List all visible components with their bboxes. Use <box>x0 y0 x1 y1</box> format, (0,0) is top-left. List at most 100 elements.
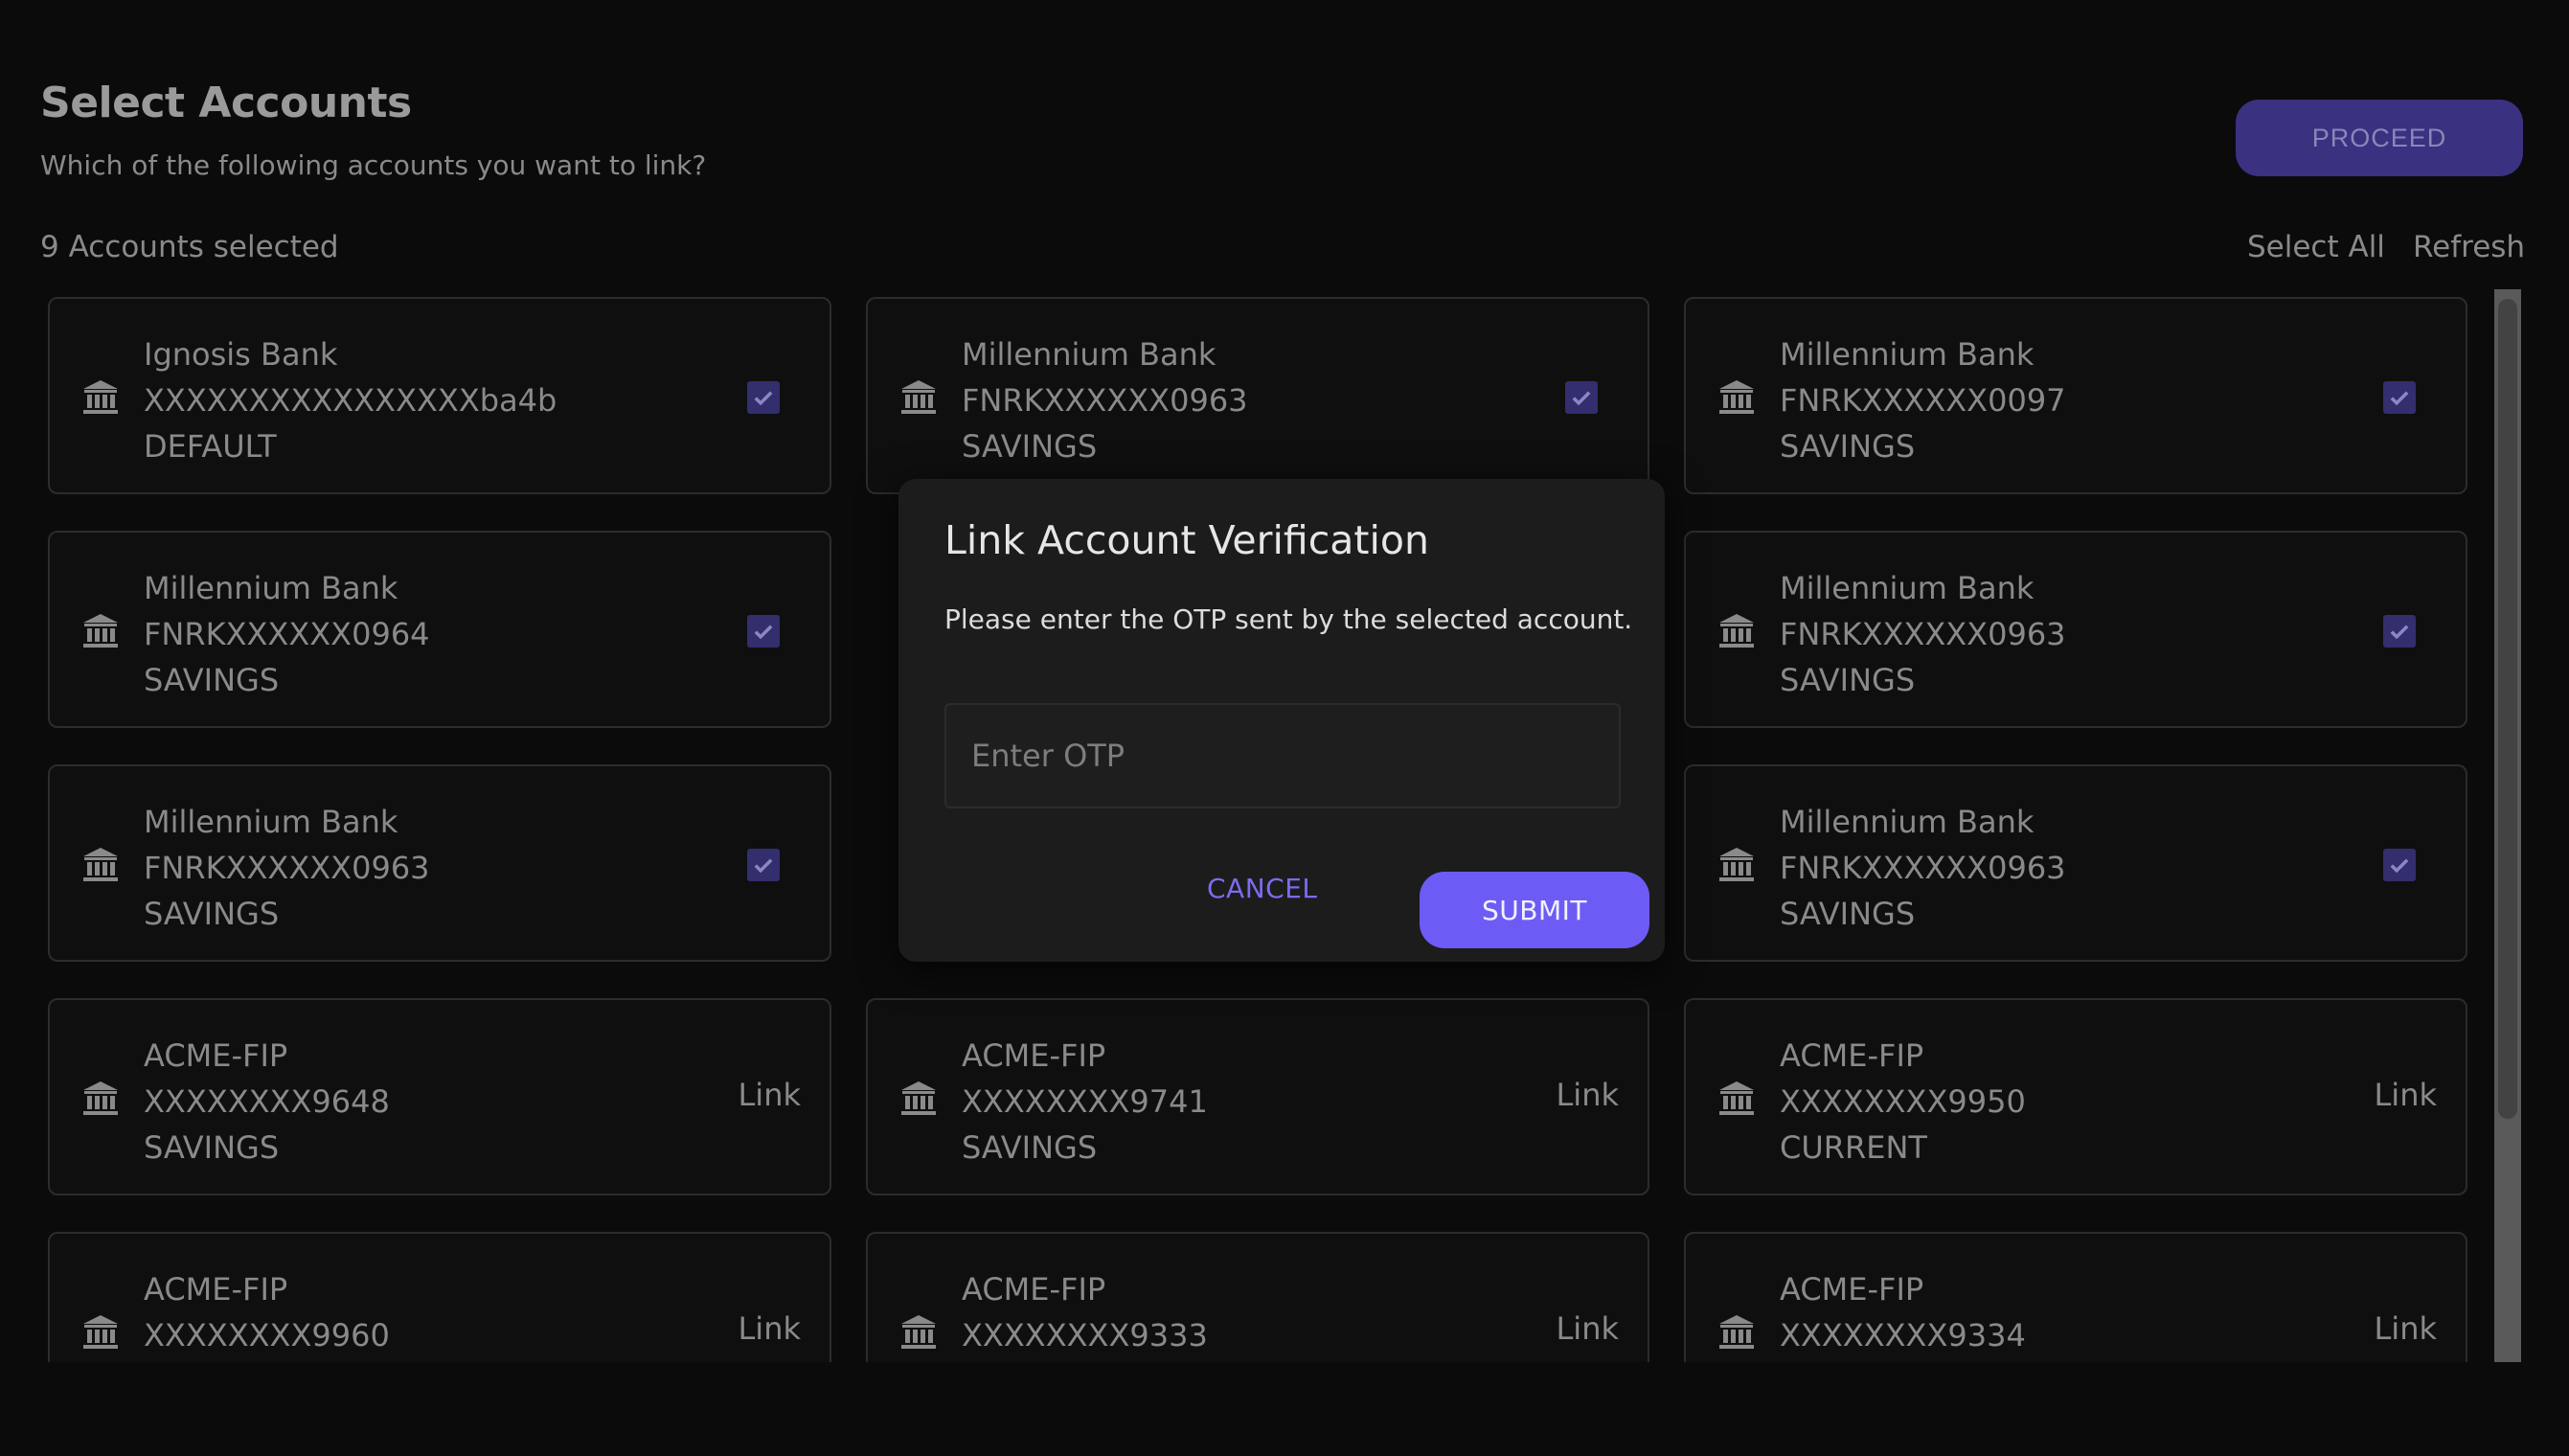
account-card[interactable]: ACME-FIP XXXXXXXX9334 Link <box>1684 1232 2467 1362</box>
account-details: ACME-FIP XXXXXXXX9741 SAVINGS <box>962 1033 1208 1171</box>
account-card[interactable]: Millennium Bank FNRKXXXXXX0963 SAVINGS <box>1684 531 2467 728</box>
account-card[interactable]: ACME-FIP XXXXXXXX9950 CURRENT Link <box>1684 998 2467 1195</box>
account-type: SAVINGS <box>962 1129 1098 1166</box>
checkbox-checked-icon <box>1572 391 1591 406</box>
account-details: ACME-FIP XXXXXXXX9334 <box>1780 1266 2026 1358</box>
account-number: XXXXXXXX9333 <box>962 1317 1208 1354</box>
link-account-button[interactable]: Link <box>2374 1310 2437 1347</box>
account-type: SAVINGS <box>144 662 280 698</box>
account-card[interactable]: ACME-FIP XXXXXXXX9648 SAVINGS Link <box>48 998 831 1195</box>
link-account-button[interactable]: Link <box>738 1077 801 1113</box>
account-card[interactable]: Millennium Bank FNRKXXXXXX0964 SAVINGS <box>48 531 831 728</box>
account-checkbox[interactable] <box>1565 381 1598 414</box>
account-details: Millennium Bank FNRKXXXXXX0963 SAVINGS <box>1780 565 2066 703</box>
account-checkbox[interactable] <box>2383 381 2416 414</box>
account-type: SAVINGS <box>144 1129 280 1166</box>
account-details: Ignosis Bank XXXXXXXXXXXXXXXXba4b DEFAULT <box>144 331 557 469</box>
bank-icon <box>80 377 121 418</box>
checkbox-checked-icon <box>754 391 773 406</box>
bank-icon <box>80 1079 121 1119</box>
account-bank-name: Millennium Bank <box>144 804 398 840</box>
account-number: XXXXXXXX9648 <box>144 1083 390 1120</box>
account-checkbox[interactable] <box>2383 615 2416 648</box>
dialog-title: Link Account Verification <box>944 517 1429 563</box>
account-card[interactable]: ACME-FIP XXXXXXXX9333 Link <box>866 1232 1649 1362</box>
account-number: XXXXXXXX9741 <box>962 1083 1208 1120</box>
account-bank-name: ACME-FIP <box>962 1271 1106 1308</box>
checkbox-checked-icon <box>2390 858 2409 874</box>
bank-icon <box>898 1079 939 1119</box>
account-number: XXXXXXXX9334 <box>1780 1317 2026 1354</box>
bank-icon <box>1716 377 1757 418</box>
bank-icon <box>898 1312 939 1353</box>
scrollbar-thumb[interactable] <box>2498 299 2517 1119</box>
account-details: ACME-FIP XXXXXXXX9648 SAVINGS <box>144 1033 390 1171</box>
proceed-button[interactable]: PROCEED <box>2236 100 2523 176</box>
account-card[interactable]: ACME-FIP XXXXXXXX9960 Link <box>48 1232 831 1362</box>
account-details: ACME-FIP XXXXXXXX9950 CURRENT <box>1780 1033 2026 1171</box>
otp-dialog: Link Account Verification Please enter t… <box>898 479 1665 962</box>
account-bank-name: ACME-FIP <box>144 1271 288 1308</box>
select-all-link[interactable]: Select All <box>2247 230 2385 264</box>
account-card[interactable]: Millennium Bank FNRKXXXXXX0963 SAVINGS <box>866 297 1649 494</box>
link-account-button[interactable]: Link <box>738 1310 801 1347</box>
page-subtitle: Which of the following accounts you want… <box>40 149 707 181</box>
bank-icon <box>898 377 939 418</box>
account-checkbox[interactable] <box>2383 849 2416 881</box>
bank-icon <box>80 1312 121 1353</box>
account-bank-name: Millennium Bank <box>962 336 1216 373</box>
account-type: SAVINGS <box>1780 896 1916 932</box>
account-type: DEFAULT <box>144 428 277 465</box>
account-checkbox[interactable] <box>747 381 780 414</box>
account-card[interactable]: Millennium Bank FNRKXXXXXX0097 SAVINGS <box>1684 297 2467 494</box>
account-details: ACME-FIP XXXXXXXX9960 <box>144 1266 390 1358</box>
bank-icon <box>1716 611 1757 651</box>
account-type: SAVINGS <box>1780 428 1916 465</box>
dialog-message: Please enter the OTP sent by the selecte… <box>944 603 1633 635</box>
account-details: Millennium Bank FNRKXXXXXX0963 SAVINGS <box>1780 799 2066 937</box>
account-bank-name: ACME-FIP <box>1780 1271 1924 1308</box>
select-accounts-page: Select Accounts Which of the following a… <box>0 0 2569 1456</box>
account-card[interactable]: Millennium Bank FNRKXXXXXX0963 SAVINGS <box>1684 764 2467 962</box>
account-number: FNRKXXXXXX0964 <box>144 616 430 652</box>
account-bank-name: ACME-FIP <box>144 1037 288 1074</box>
account-bank-name: Millennium Bank <box>1780 336 2035 373</box>
refresh-link[interactable]: Refresh <box>2413 230 2525 264</box>
account-bank-name: ACME-FIP <box>962 1037 1106 1074</box>
link-account-button[interactable]: Link <box>1556 1077 1619 1113</box>
cancel-button[interactable]: CANCEL <box>1201 872 1324 905</box>
checkbox-checked-icon <box>2390 391 2409 406</box>
account-bank-name: Millennium Bank <box>1780 804 2035 840</box>
bank-icon <box>1716 1312 1757 1353</box>
account-number: XXXXXXXX9950 <box>1780 1083 2026 1120</box>
account-number: XXXXXXXX9960 <box>144 1317 390 1354</box>
page-title: Select Accounts <box>40 79 412 127</box>
link-account-button[interactable]: Link <box>1556 1310 1619 1347</box>
account-number: FNRKXXXXXX0963 <box>962 382 1248 419</box>
submit-button[interactable]: SUBMIT <box>1420 872 1649 948</box>
account-bank-name: Millennium Bank <box>1780 570 2035 606</box>
account-number: FNRKXXXXXX0963 <box>1780 616 2066 652</box>
otp-input[interactable] <box>944 703 1621 808</box>
selected-count: 9 Accounts selected <box>40 230 339 264</box>
checkbox-checked-icon <box>2390 625 2409 640</box>
account-number: FNRKXXXXXX0963 <box>144 850 430 886</box>
account-number: FNRKXXXXXX0097 <box>1780 382 2066 419</box>
bank-icon <box>1716 845 1757 885</box>
account-number: FNRKXXXXXX0963 <box>1780 850 2066 886</box>
account-details: Millennium Bank FNRKXXXXXX0097 SAVINGS <box>1780 331 2066 469</box>
account-details: Millennium Bank FNRKXXXXXX0963 SAVINGS <box>962 331 1248 469</box>
account-bank-name: Millennium Bank <box>144 570 398 606</box>
account-card[interactable]: ACME-FIP XXXXXXXX9741 SAVINGS Link <box>866 998 1649 1195</box>
bank-icon <box>80 611 121 651</box>
account-type: SAVINGS <box>1780 662 1916 698</box>
account-checkbox[interactable] <box>747 615 780 648</box>
account-type: CURRENT <box>1780 1129 1927 1166</box>
account-bank-name: ACME-FIP <box>1780 1037 1924 1074</box>
account-card[interactable]: Ignosis Bank XXXXXXXXXXXXXXXXba4b DEFAULT <box>48 297 831 494</box>
account-checkbox[interactable] <box>747 849 780 881</box>
link-account-button[interactable]: Link <box>2374 1077 2437 1113</box>
account-card[interactable]: Millennium Bank FNRKXXXXXX0963 SAVINGS <box>48 764 831 962</box>
account-details: ACME-FIP XXXXXXXX9333 <box>962 1266 1208 1358</box>
bank-icon <box>1716 1079 1757 1119</box>
